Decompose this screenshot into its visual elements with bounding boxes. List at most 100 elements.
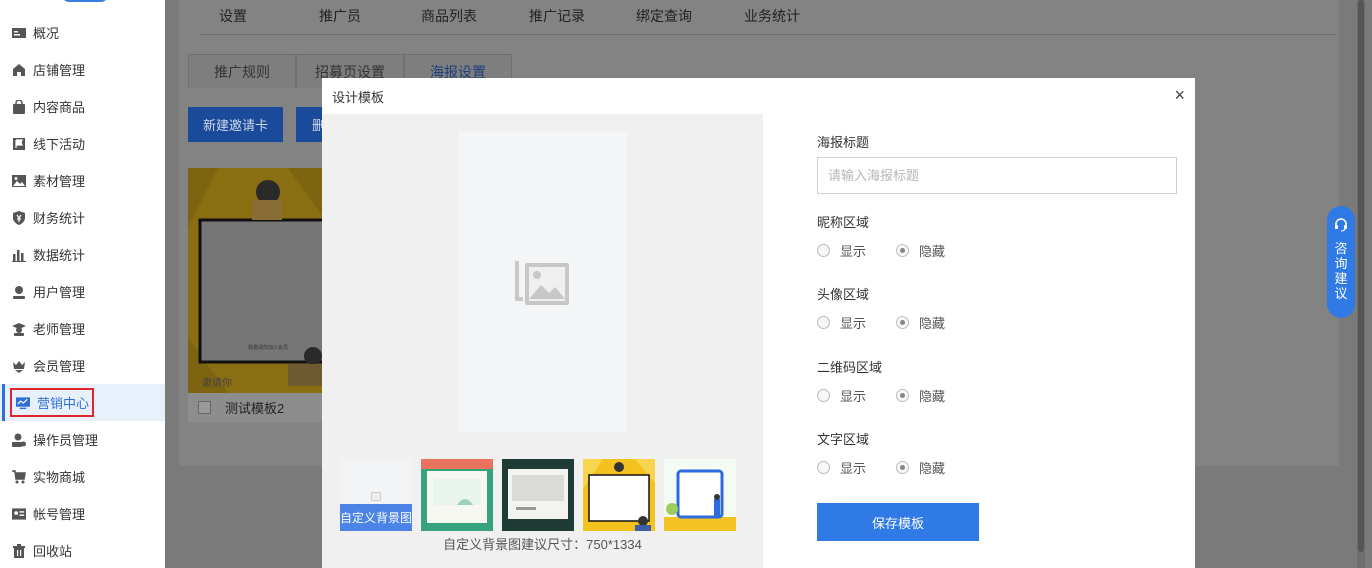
template-thumb-dark-green[interactable] xyxy=(502,459,574,531)
tab-settings[interactable]: 设置 xyxy=(219,6,247,26)
tab-promotion-records[interactable]: 推广记录 xyxy=(529,6,585,26)
radio-hide[interactable] xyxy=(896,461,910,474)
sidebar-item-label: 店铺管理 xyxy=(33,63,86,78)
consult-suggestion-button[interactable]: 咨 询 建 议 xyxy=(1327,206,1355,318)
radio-hide[interactable] xyxy=(896,389,910,402)
template-thumb-blue-frame[interactable] xyxy=(664,459,736,531)
sidebar-item-account[interactable]: 帐号管理 xyxy=(0,495,165,532)
store-icon xyxy=(12,63,26,77)
sidebar-item-label: 回收站 xyxy=(33,544,73,559)
sidebar-item-label: 帐号管理 xyxy=(33,507,86,522)
template-thumb-green[interactable] xyxy=(421,459,493,531)
consult-char: 议 xyxy=(1334,286,1348,301)
radio-hide[interactable] xyxy=(896,316,910,329)
card-caption: 我邀请你加入会员 xyxy=(248,345,289,351)
sidebar-item-operator[interactable]: 操作员管理 xyxy=(0,421,165,458)
tab-binding-query[interactable]: 绑定查询 xyxy=(636,6,692,26)
consult-char: 咨 xyxy=(1334,241,1348,256)
sidebar-item-label: 用户管理 xyxy=(33,285,86,300)
size-hint: 自定义背景图建议尺寸：750*1334 xyxy=(443,537,642,552)
design-template-dialog: 设计模板 × 自定义背景图 自定义背景图建议尺寸：750*1334 海报标题 请… xyxy=(322,78,1195,568)
yen-shield-icon xyxy=(12,210,26,225)
sidebar-item-label: 老师管理 xyxy=(33,322,86,337)
page-scrollbar-thumb[interactable] xyxy=(1358,0,1364,552)
template-thumbnail: 我邀请你加入会员 邀请你 xyxy=(188,168,324,393)
radio-show[interactable] xyxy=(817,461,830,474)
consult-char: 询 xyxy=(1334,256,1348,271)
nickname-area-radios: 显示 隐藏 xyxy=(817,241,945,260)
sidebar-item-data-stats[interactable]: 数据统计 xyxy=(0,236,165,273)
radio-label: 显示 xyxy=(840,389,867,404)
text-area-label: 文字区域 xyxy=(817,432,870,447)
template-thumb-yellow[interactable] xyxy=(583,459,655,531)
id-card-icon xyxy=(12,507,26,521)
sidebar-item-content-goods[interactable]: 内容商品 xyxy=(0,88,165,125)
poster-preview xyxy=(458,132,627,432)
consult-char: 建 xyxy=(1334,271,1348,286)
radio-show[interactable] xyxy=(817,389,830,402)
radio-label: 显示 xyxy=(840,316,867,331)
radio-show[interactable] xyxy=(817,316,830,329)
template-checkbox[interactable] xyxy=(198,401,211,414)
radio-show[interactable] xyxy=(817,244,830,257)
sidebar-top-button[interactable] xyxy=(62,0,108,2)
card-bottom-text: 邀请你 xyxy=(202,378,232,389)
sidebar-item-label: 概况 xyxy=(33,26,60,41)
crown-icon xyxy=(12,359,26,373)
headset-icon xyxy=(1334,218,1348,235)
avatar-area-radios: 显示 隐藏 xyxy=(817,313,945,332)
close-icon[interactable]: × xyxy=(1174,86,1185,104)
subtab-promotion-rules[interactable]: 推广规则 xyxy=(188,54,296,88)
active-indicator xyxy=(2,384,5,421)
overview-icon xyxy=(12,26,26,40)
sidebar-item-recycle-bin[interactable]: 回收站 xyxy=(0,532,165,568)
sidebar-item-label: 财务统计 xyxy=(33,211,86,226)
sidebar-item-label: 数据统计 xyxy=(33,248,86,263)
sidebar-item-store[interactable]: 店铺管理 xyxy=(0,51,165,88)
teacher-icon xyxy=(12,322,26,336)
flag-icon xyxy=(12,137,26,151)
avatar-area-label: 头像区域 xyxy=(817,287,870,302)
sidebar-item-material[interactable]: 素材管理 xyxy=(0,162,165,199)
sidebar-item-marketing[interactable]: 营销中心 xyxy=(0,384,165,421)
sidebar-item-label: 操作员管理 xyxy=(33,433,99,448)
top-tab-bar: 设置 推广员 商品列表 推广记录 绑定查询 业务统计 xyxy=(201,0,1336,35)
tab-business-stats[interactable]: 业务统计 xyxy=(744,6,800,26)
poster-title-label: 海报标题 xyxy=(817,135,870,150)
radio-hide[interactable] xyxy=(896,244,910,257)
template-name: 测试模板2 xyxy=(225,401,285,416)
sidebar-item-label: 会员管理 xyxy=(33,359,86,374)
sidebar-item-label: 线下活动 xyxy=(33,137,86,152)
bar-chart-icon xyxy=(12,248,26,262)
image-icon xyxy=(12,174,26,188)
radio-label: 隐藏 xyxy=(919,461,946,476)
cart-icon xyxy=(12,469,26,484)
sidebar-item-finance[interactable]: 财务统计 xyxy=(0,199,165,236)
bag-icon xyxy=(12,99,26,114)
custom-background-thumb[interactable]: 自定义背景图 xyxy=(340,459,412,531)
dialog-header: 设计模板 × xyxy=(322,78,1195,114)
save-template-button[interactable]: 保存模板 xyxy=(817,503,979,541)
sidebar-item-user-manage[interactable]: 用户管理 xyxy=(0,273,165,310)
tab-promoters[interactable]: 推广员 xyxy=(319,6,361,26)
sidebar-item-overview[interactable]: 概况 xyxy=(0,14,165,51)
tab-product-list[interactable]: 商品列表 xyxy=(421,6,477,26)
qrcode-area-label: 二维码区域 xyxy=(817,360,883,375)
sidebar-item-teacher[interactable]: 老师管理 xyxy=(0,310,165,347)
new-invite-card-button[interactable]: 新建邀请卡 xyxy=(188,107,283,142)
sidebar-item-member[interactable]: 会员管理 xyxy=(0,347,165,384)
settings-form: 海报标题 昵称区域 显示 隐藏 头像区域 显示 隐藏 二维码区域 显示 隐藏 文… xyxy=(763,114,1195,568)
dialog-title: 设计模板 xyxy=(332,89,385,105)
poster-title-input[interactable] xyxy=(817,157,1177,194)
radio-label: 隐藏 xyxy=(919,389,946,404)
sidebar-item-label: 内容商品 xyxy=(33,100,86,115)
qrcode-area-radios: 显示 隐藏 xyxy=(817,386,945,405)
sidebar-item-physical-mall[interactable]: 实物商城 xyxy=(0,458,165,495)
user-icon xyxy=(12,285,26,299)
sidebar-item-offline-activity[interactable]: 线下活动 xyxy=(0,125,165,162)
sidebar-item-label: 实物商城 xyxy=(33,470,86,485)
image-placeholder-icon xyxy=(514,255,571,310)
small-image-icon xyxy=(371,489,381,504)
template-card[interactable]: 我邀请你加入会员 邀请你 测试模板2 xyxy=(188,168,324,422)
sidebar: 概况 店铺管理 内容商品 线下活动 素材管理 财务统计 数据统计 用户管理 老师… xyxy=(0,0,165,568)
